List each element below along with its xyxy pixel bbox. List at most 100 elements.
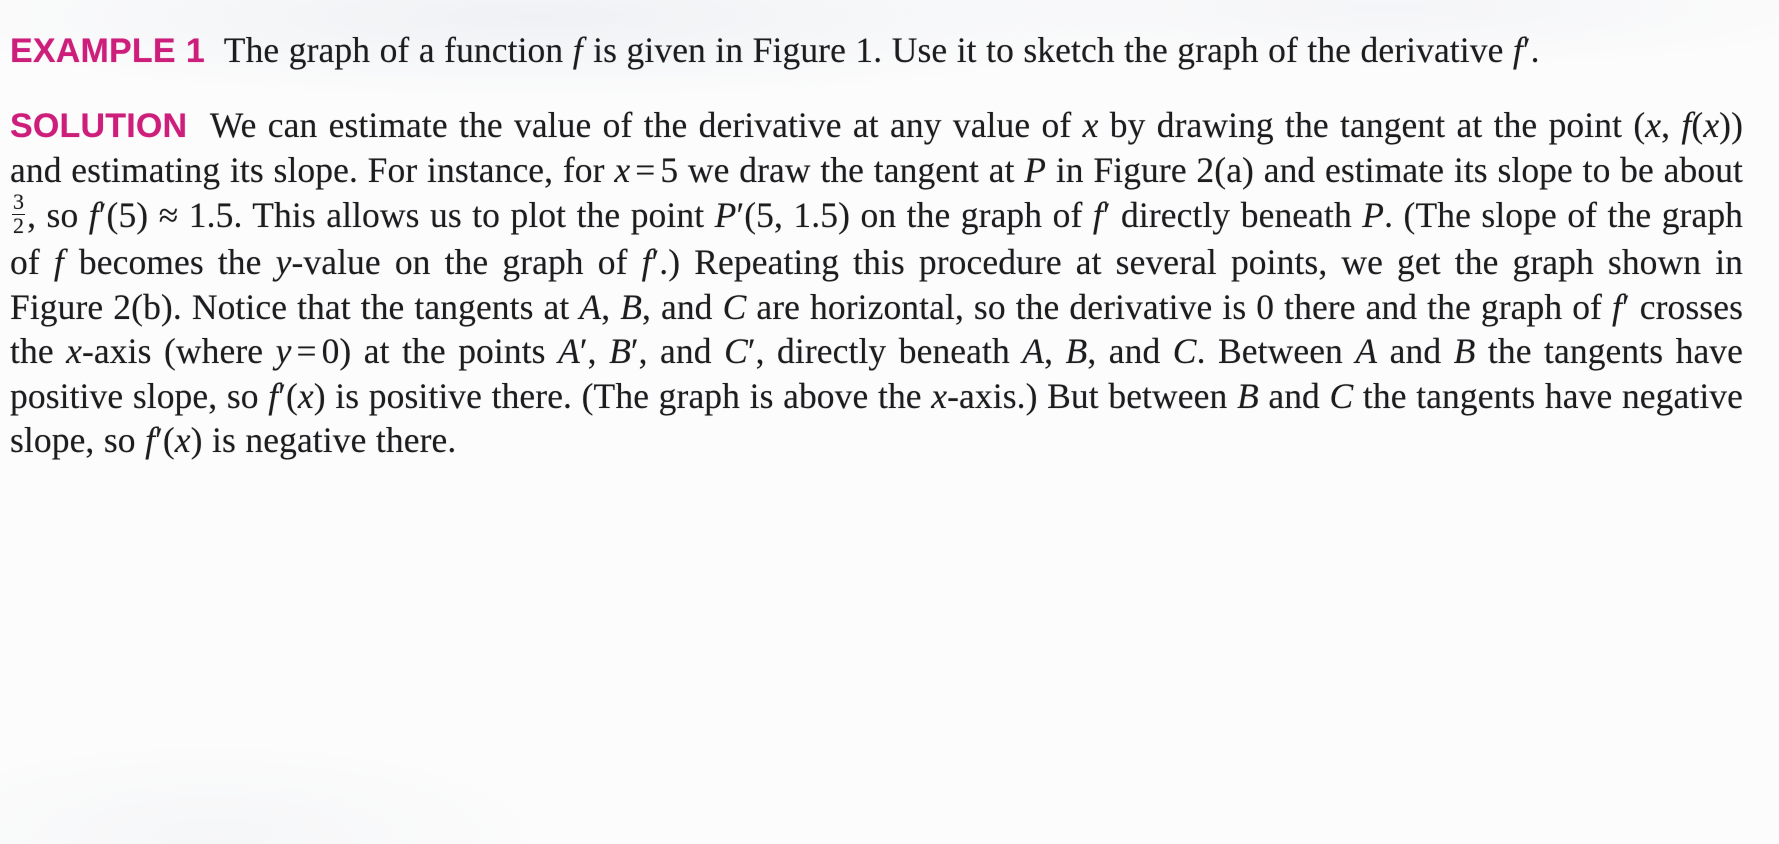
math-var-f: f <box>53 242 64 283</box>
example-paragraph: EXAMPLE 1 The graph of a function f is g… <box>10 28 1743 74</box>
math-point-A: A <box>579 286 602 327</box>
solution-seg-4: ( <box>1691 104 1704 145</box>
math-var-f: f <box>1612 286 1622 327</box>
solution-seg-8: , so <box>27 194 89 235</box>
math-var-f: f <box>1681 104 1692 145</box>
prime-mark: ′ <box>630 331 639 372</box>
solution-seg-28: . Between <box>1196 331 1356 372</box>
solution-seg-6: we draw the tangent at <box>678 150 1025 190</box>
solution-seg-23: , <box>587 331 610 372</box>
math-point-A: A <box>558 331 580 372</box>
math-arg-5: (5) <box>106 194 159 235</box>
prime-mark: ′ <box>1621 286 1630 327</box>
math-point-B: B <box>1236 375 1259 416</box>
solution-seg-26: , <box>1044 331 1066 372</box>
solution-seg-11: (5, 1.5) on the graph of <box>744 194 1093 235</box>
solution-heading: SOLUTION <box>10 106 188 145</box>
solution-paragraph: SOLUTION We can estimate the value of th… <box>10 103 1743 463</box>
solution-seg-19: are horizontal, so the derivative is 0 t… <box>746 286 1612 327</box>
paren-open: ( <box>285 375 298 416</box>
solution-seg-34: and <box>1258 375 1330 416</box>
solution-seg-27: , and <box>1087 331 1173 372</box>
math-point-P: P <box>714 194 737 235</box>
math-var-f: f <box>268 375 279 416</box>
math-var-f: f <box>1092 194 1103 235</box>
math-equation-y-equals-0: y = 0 <box>276 331 340 371</box>
prime-mark: ′ <box>98 194 107 235</box>
math-point-B-prime: B′ <box>609 331 639 371</box>
math-var-y: y <box>275 331 292 372</box>
math-point-C: C <box>722 286 747 327</box>
example-heading: EXAMPLE 1 <box>10 32 205 70</box>
math-point-C: C <box>1329 375 1354 416</box>
math-var-f: f <box>88 194 99 235</box>
solution-seg-21: -axis (where <box>82 331 276 372</box>
solution-seg-24: , and <box>638 331 725 372</box>
paren-open: ( <box>162 420 175 461</box>
math-point-B: B <box>1453 331 1476 372</box>
math-point-A: A <box>1355 331 1378 372</box>
example-text-3: . <box>1530 30 1540 70</box>
math-f-prime: f′ <box>1093 195 1111 235</box>
approx-sign: ≈ <box>158 194 179 235</box>
prime-mark: ′ <box>579 331 588 372</box>
math-var-x: x <box>66 331 82 372</box>
solution-seg-37: ) is negative there. <box>190 420 457 461</box>
prime-mark: ′ <box>155 420 163 461</box>
math-var-x: x <box>174 420 191 461</box>
math-var-x: x <box>1703 104 1720 145</box>
math-equation-x-equals-5: x = 5 <box>614 150 678 190</box>
math-f-prime: f′ <box>1612 287 1630 327</box>
textbook-page: EXAMPLE 1 The graph of a function f is g… <box>0 0 1779 844</box>
fraction-numerator: 3 <box>13 189 25 215</box>
math-var-f: f <box>145 420 156 461</box>
solution-seg-22: ) at the points <box>339 331 559 372</box>
math-var-y: y <box>275 242 292 283</box>
math-point-A: A <box>1022 331 1045 372</box>
solution-seg-25: , directly beneath <box>755 331 1023 372</box>
math-point-C: C <box>724 331 748 372</box>
math-f-prime: f′ <box>642 242 660 282</box>
fraction-three-halves: 32 <box>12 189 26 239</box>
math-value-5: 5 <box>660 150 679 190</box>
solution-seg-1: We can estimate the value of the derivat… <box>209 104 1083 145</box>
solution-seg-29: and <box>1377 331 1454 372</box>
math-var-f: f <box>572 30 583 70</box>
math-var-f-prime-base: f <box>1512 30 1523 70</box>
solution-seg-7: in Figure 2(a) and estimate its slope to… <box>1046 150 1744 190</box>
math-point-P: P <box>1362 194 1385 235</box>
math-point-C-prime: C′ <box>724 331 756 371</box>
math-point-B: B <box>620 286 642 327</box>
prime-mark: ′ <box>1522 30 1531 70</box>
page-content: EXAMPLE 1 The graph of a function f is g… <box>10 28 1743 463</box>
equals-sign: = <box>635 150 656 190</box>
math-var-f: f <box>641 242 652 283</box>
solution-seg-12: directly beneath <box>1110 194 1363 235</box>
example-number: 1 <box>185 32 205 70</box>
solution-seg-14: becomes the <box>64 242 276 283</box>
fraction-denominator: 2 <box>12 213 26 239</box>
math-point-C: C <box>1172 331 1197 372</box>
example-text-1: The graph of a function <box>223 30 573 70</box>
equals-sign: = <box>296 331 317 372</box>
prime-mark: ′ <box>747 331 756 372</box>
math-point-B: B <box>1065 331 1088 372</box>
math-point-B: B <box>609 331 631 372</box>
math-var-x: x <box>614 150 631 190</box>
solution-seg-3: , <box>1661 104 1682 145</box>
solution-seg-2: by drawing the tangent at the point ( <box>1098 104 1646 145</box>
solution-seg-33: -axis.) But between <box>947 375 1237 416</box>
math-value-0: 0 <box>321 331 340 372</box>
example-label: EXAMPLE <box>10 32 176 70</box>
solution-seg-18: , and <box>641 286 723 327</box>
math-point-P: P <box>1024 150 1047 190</box>
math-f-prime-5: f′(5) ≈ <box>89 195 179 235</box>
math-var-x: x <box>1645 104 1662 145</box>
math-var-x: x <box>1082 104 1099 145</box>
prime-mark: ′ <box>278 375 286 416</box>
prime-mark: ′ <box>1102 194 1111 235</box>
math-f-prime: f′ <box>1513 30 1531 70</box>
math-f-prime-of-x: f′(x <box>145 420 191 460</box>
solution-seg-17: , <box>601 286 621 327</box>
example-text-2: is given in Figure 1. Use it to sketch t… <box>583 30 1513 70</box>
